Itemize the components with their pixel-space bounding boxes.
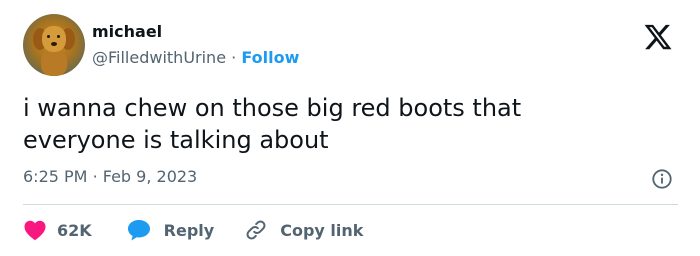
author-handle[interactable]: @FilledwithUrine — [92, 48, 226, 67]
copy-link-button[interactable]: Copy link — [244, 218, 363, 242]
info-icon[interactable] — [651, 168, 673, 190]
copy-link-label: Copy link — [280, 220, 364, 240]
link-icon — [246, 220, 266, 240]
tweet-time: 6:25 PM — [23, 167, 88, 186]
timestamp-separator: · — [92, 167, 98, 186]
speech-bubble-icon — [127, 220, 150, 241]
tweet-text-line-1: i wanna chew on those big red boots that — [23, 94, 522, 122]
avatar[interactable] — [23, 14, 85, 76]
action-bar: 62K Reply Copy link — [23, 216, 363, 244]
tweet-text: i wanna chew on those big red boots that… — [23, 92, 663, 156]
heart-icon — [24, 220, 46, 241]
tweet-card: michael @FilledwithUrine · Follow i wann… — [0, 0, 700, 256]
handle-separator: · — [231, 48, 237, 67]
reply-label: Reply — [163, 220, 215, 240]
author-name[interactable]: michael — [92, 22, 162, 42]
tweet-timestamp[interactable]: 6:25 PM · Feb 9, 2023 — [23, 166, 197, 188]
like-button[interactable]: 62K — [23, 219, 92, 241]
author-handle-line: @FilledwithUrine · Follow — [92, 48, 299, 68]
tweet-date: Feb 9, 2023 — [102, 167, 198, 186]
reply-button[interactable]: Reply — [126, 218, 215, 242]
divider — [23, 204, 678, 205]
x-logo-icon[interactable] — [641, 22, 675, 52]
tweet-text-line-2: everyone is talking about — [23, 126, 329, 154]
follow-button[interactable]: Follow — [241, 48, 299, 67]
like-count: 62K — [57, 220, 92, 240]
